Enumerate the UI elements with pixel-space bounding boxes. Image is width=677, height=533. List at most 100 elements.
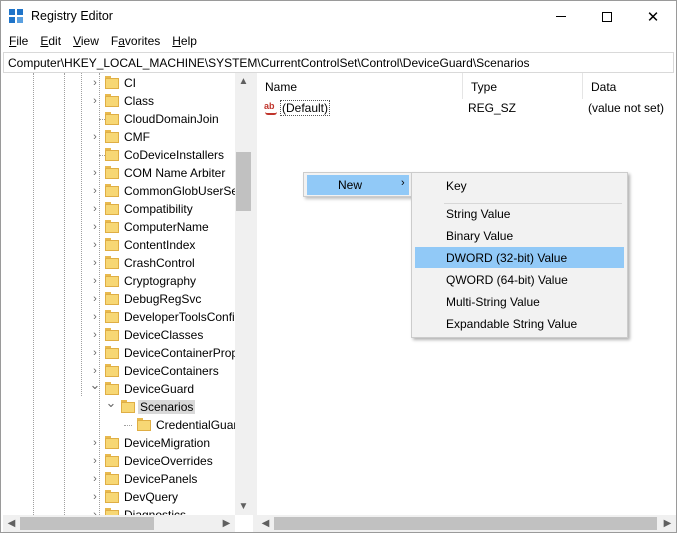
- value-row[interactable]: ab (Default) REG_SZ (value not set): [257, 99, 676, 117]
- chevron-right-icon[interactable]: ›: [89, 292, 101, 306]
- scroll-left-arrow-icon[interactable]: ◀: [257, 515, 274, 532]
- chevron-right-icon[interactable]: ›: [89, 274, 101, 288]
- chevron-right-icon[interactable]: ›: [89, 346, 101, 360]
- new-submenu: Key String Value Binary Value DWORD (32-bit…: [411, 172, 628, 338]
- folder-icon: [105, 310, 119, 323]
- chevron-down-icon[interactable]: ⌄: [89, 378, 101, 392]
- context-menu-new[interactable]: New ›: [307, 175, 409, 195]
- tree-vertical-scrollbar[interactable]: ▲ ▼: [235, 73, 252, 515]
- chevron-right-icon[interactable]: ›: [89, 436, 101, 450]
- tree-item-debugregsvc[interactable]: › DebugRegSvc: [3, 291, 235, 309]
- submenu-item-dword-32-bit-value[interactable]: DWORD (32-bit) Value: [415, 247, 624, 268]
- menu-edit[interactable]: Edit: [34, 32, 67, 52]
- chevron-right-icon[interactable]: ›: [89, 238, 101, 252]
- value-data: (value not set): [588, 101, 665, 115]
- address-bar[interactable]: Computer\HKEY_LOCAL_MACHINE\SYSTEM\Curre…: [3, 52, 674, 73]
- maximize-button[interactable]: [584, 1, 630, 32]
- column-header-data[interactable]: Data: [583, 73, 676, 99]
- chevron-right-icon[interactable]: ›: [89, 220, 101, 234]
- tree-item-compatibility[interactable]: › Compatibility: [3, 201, 235, 219]
- tree-item-ci[interactable]: › CI: [3, 75, 235, 93]
- tree-horizontal-scrollbar[interactable]: ◀ ▶: [3, 515, 235, 532]
- tree-item-label: CMF: [124, 130, 150, 144]
- submenu-item-binary-value[interactable]: Binary Value: [415, 225, 624, 246]
- column-header-name[interactable]: Name: [257, 73, 463, 99]
- folder-icon: [105, 508, 119, 515]
- chevron-right-icon[interactable]: ›: [89, 130, 101, 144]
- tree-vertical-scroll-thumb[interactable]: [236, 152, 251, 211]
- submenu-item-key[interactable]: Key: [415, 175, 624, 196]
- folder-icon: [105, 292, 119, 305]
- chevron-right-icon[interactable]: ›: [89, 76, 101, 90]
- scroll-up-arrow-icon[interactable]: ▲: [235, 73, 252, 90]
- menu-view[interactable]: View: [67, 32, 105, 52]
- tree-item-computername[interactable]: › ComputerName: [3, 219, 235, 237]
- tree-item-clouddomainjoin[interactable]: CloudDomainJoin: [3, 111, 235, 129]
- submenu-item-expandable-string-value[interactable]: Expandable String Value: [415, 313, 624, 334]
- tree-item-scenarios[interactable]: ⌄ Scenarios: [3, 396, 235, 417]
- tree-item-crashcontrol[interactable]: › CrashControl: [3, 255, 235, 273]
- menu-favorites[interactable]: Favorites: [105, 32, 166, 52]
- list-horizontal-scroll-thumb[interactable]: [274, 517, 657, 530]
- tree-item-class[interactable]: › Class: [3, 93, 235, 111]
- tree-item-cryptography[interactable]: › Cryptography: [3, 273, 235, 291]
- folder-icon: [105, 238, 119, 251]
- tree-item-credentialguar[interactable]: CredentialGuar: [3, 417, 237, 435]
- chevron-right-icon[interactable]: ›: [89, 94, 101, 108]
- menu-label: View: [73, 34, 99, 48]
- tree-item-contentindex[interactable]: › ContentIndex: [3, 237, 235, 255]
- tree-item-devicecontainers[interactable]: › DeviceContainers: [3, 363, 235, 381]
- menu-help[interactable]: Help: [166, 32, 203, 52]
- chevron-right-icon[interactable]: ›: [89, 184, 101, 198]
- chevron-right-icon[interactable]: ›: [89, 472, 101, 486]
- tree-item-cmf[interactable]: › CMF: [3, 129, 235, 147]
- scroll-left-arrow-icon[interactable]: ◀: [3, 515, 20, 532]
- tree-item-codeviceinstallers[interactable]: CoDeviceInstallers: [3, 147, 235, 165]
- title-bar[interactable]: Registry Editor ✕: [1, 1, 676, 32]
- chevron-right-icon[interactable]: ›: [89, 364, 101, 378]
- tree-item-developertoolsconfi[interactable]: › DeveloperToolsConfi: [3, 309, 235, 327]
- tree-item-devquery[interactable]: › DevQuery: [3, 489, 235, 507]
- tree-item-commonglobuserse[interactable]: › CommonGlobUserSe: [3, 183, 238, 201]
- close-button[interactable]: ✕: [630, 1, 676, 32]
- folder-icon: [105, 130, 119, 143]
- minimize-button[interactable]: [538, 1, 584, 32]
- submenu-item-string-value[interactable]: String Value: [415, 203, 624, 224]
- tree-horizontal-scroll-thumb[interactable]: [20, 517, 154, 530]
- tree-item-label: CrashControl: [124, 256, 195, 270]
- tree-item-deviceoverrides[interactable]: › DeviceOverrides: [3, 453, 235, 471]
- folder-icon: [105, 346, 119, 359]
- tree-item-devicepanels[interactable]: › DevicePanels: [3, 471, 235, 489]
- tree-item-deviceclasses[interactable]: › DeviceClasses: [3, 327, 235, 345]
- scroll-right-arrow-icon[interactable]: ▶: [659, 515, 676, 532]
- menu-label: Favorites: [110, 34, 161, 48]
- chevron-down-icon[interactable]: ⌄: [105, 396, 117, 410]
- registry-tree: › CI › Class CloudDomainJoin › CMF CoDeviceInst…: [3, 73, 253, 515]
- tree-item-devicemigration[interactable]: › DeviceMigration: [3, 435, 235, 453]
- chevron-right-icon[interactable]: ›: [89, 454, 101, 468]
- tree-item-label: DeviceMigration: [124, 436, 211, 450]
- tree-item-devicecontainerprop[interactable]: › DeviceContainerProp: [3, 345, 238, 363]
- submenu-item-multi-string-value[interactable]: Multi-String Value: [415, 291, 624, 312]
- chevron-right-icon[interactable]: ›: [89, 508, 101, 515]
- chevron-right-icon[interactable]: ›: [89, 328, 101, 342]
- list-horizontal-scrollbar[interactable]: ◀ ▶: [257, 515, 676, 532]
- tree-item-diagnostics[interactable]: › Diagnostics: [3, 507, 235, 515]
- tree-item-label: DeviceClasses: [124, 328, 204, 342]
- chevron-right-icon[interactable]: ›: [89, 490, 101, 504]
- column-header-type[interactable]: Type: [463, 73, 583, 99]
- menu-file[interactable]: File: [3, 32, 34, 52]
- chevron-right-icon[interactable]: ›: [89, 202, 101, 216]
- tree-item-label: Cryptography: [124, 274, 197, 288]
- scroll-down-arrow-icon[interactable]: ▼: [235, 498, 252, 515]
- scroll-right-arrow-icon[interactable]: ▶: [218, 515, 235, 532]
- chevron-right-icon[interactable]: ›: [89, 256, 101, 270]
- folder-icon: [105, 454, 119, 467]
- submenu-arrow-icon: ›: [401, 177, 405, 189]
- submenu-item-qword-64-bit-value[interactable]: QWORD (64-bit) Value: [415, 269, 624, 290]
- chevron-right-icon[interactable]: ›: [89, 166, 101, 180]
- tree-item-deviceguard[interactable]: ⌄ DeviceGuard: [3, 378, 235, 399]
- tree-item-label: DebugRegSvc: [124, 292, 202, 306]
- tree-item-com-name-arbiter[interactable]: › COM Name Arbiter: [3, 165, 235, 183]
- chevron-right-icon[interactable]: ›: [89, 310, 101, 324]
